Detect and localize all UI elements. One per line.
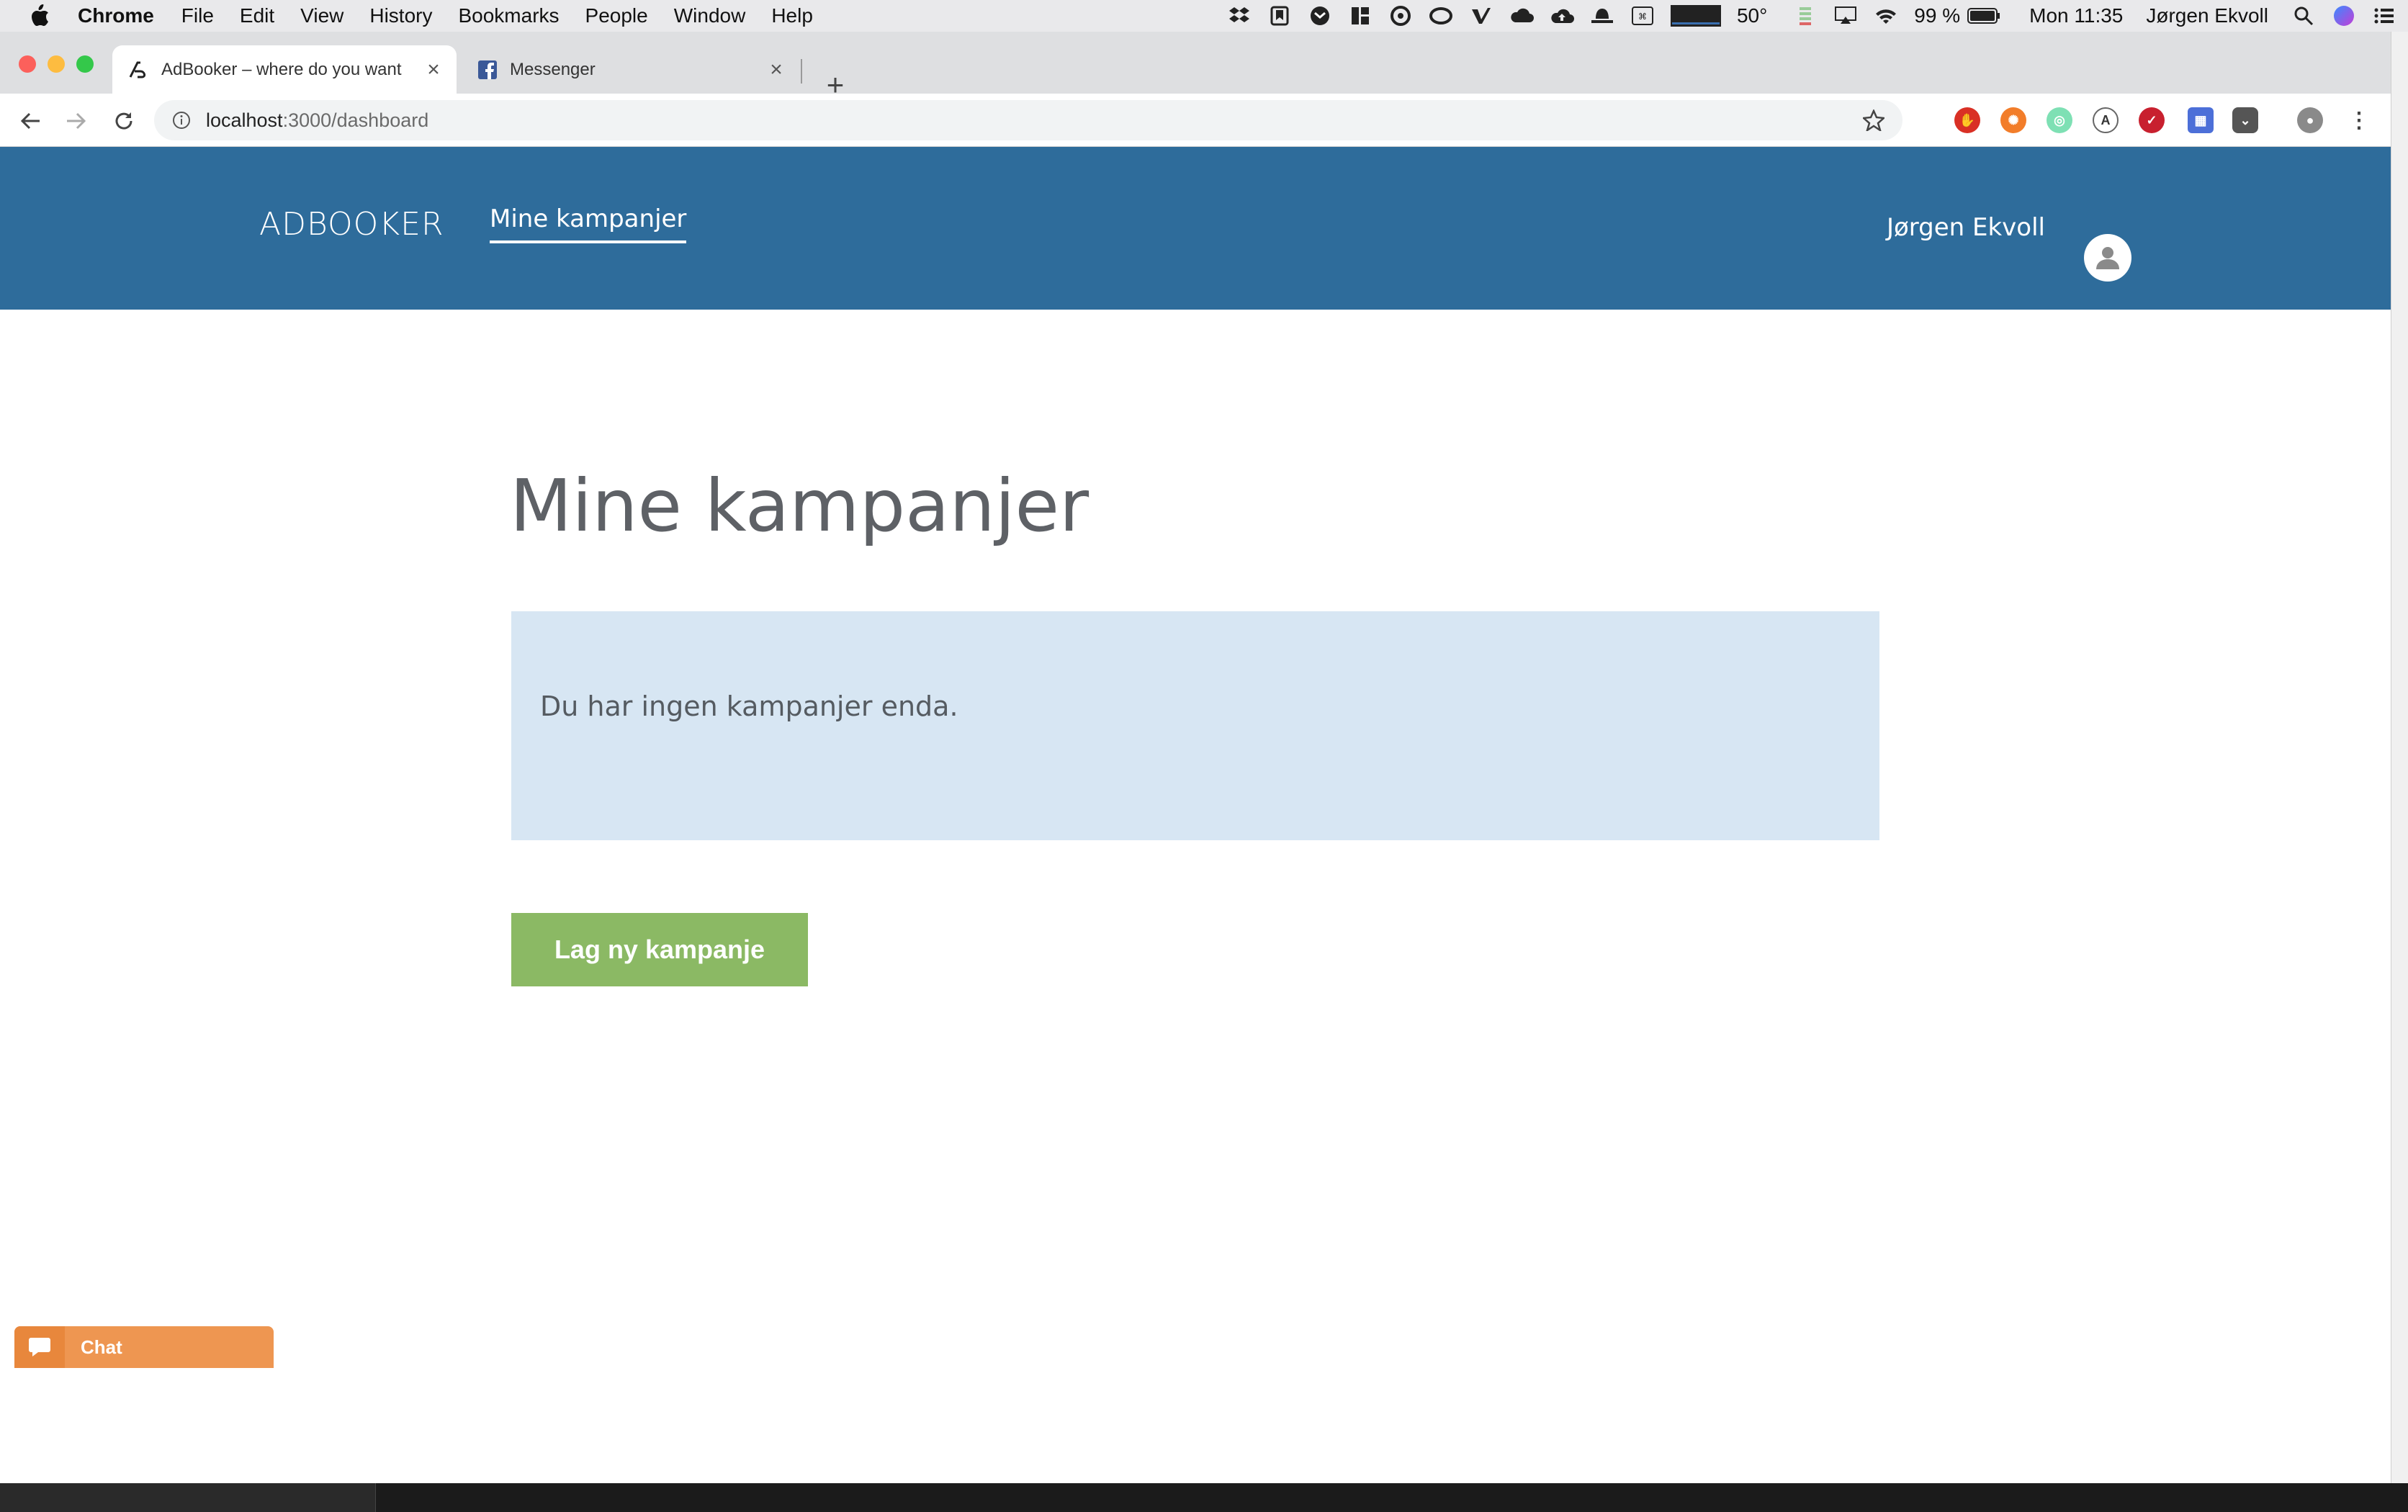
spotlight-search-icon[interactable] bbox=[2291, 5, 2316, 27]
site-logo[interactable]: ADBOOKER bbox=[259, 206, 444, 243]
browser-window: AdBooker – where do you want × Messenger… bbox=[0, 32, 2391, 1483]
browser-toolbar: localhost:3000/dashboard ✋ ✺ ◎ A ✓ ▦ ⌄ ●… bbox=[0, 94, 2391, 147]
zoom-window-button[interactable] bbox=[76, 55, 94, 73]
siri-icon[interactable] bbox=[2332, 5, 2356, 27]
site-info-icon[interactable] bbox=[170, 109, 193, 132]
desktop-window-segment bbox=[0, 1483, 376, 1512]
calendar-extension-icon[interactable]: ▦ bbox=[2188, 107, 2214, 133]
bookmark-app-icon[interactable] bbox=[1267, 5, 1292, 27]
user-icon bbox=[2096, 247, 2119, 269]
creative-cloud-icon[interactable] bbox=[1429, 5, 1453, 27]
page-title: Mine kampanjer bbox=[510, 464, 1090, 548]
macos-menu-bar: Chrome File Edit View History Bookmarks … bbox=[0, 0, 2408, 32]
aperture-icon[interactable] bbox=[1388, 5, 1413, 27]
minimize-window-button[interactable] bbox=[48, 55, 65, 73]
menu-view[interactable]: View bbox=[300, 4, 343, 27]
adbooker-favicon bbox=[128, 59, 150, 81]
battery-percentage: 99 % bbox=[1914, 4, 1961, 27]
green-extension-icon[interactable]: ◎ bbox=[2047, 107, 2072, 133]
site-header: ADBOOKER Mine kampanjer Jørgen Ekvoll bbox=[0, 147, 2391, 310]
menu-edit[interactable]: Edit bbox=[240, 4, 274, 27]
cloud-upload-icon[interactable] bbox=[1550, 5, 1574, 27]
menu-bar-status-area: ⌘ 50° 99 % Mon 11:35 Jørgen Ekvoll bbox=[1227, 0, 2408, 32]
menu-bar-user[interactable]: Jørgen Ekvoll bbox=[2146, 4, 2268, 27]
mail-app-icon[interactable] bbox=[1308, 5, 1332, 27]
menu-file[interactable]: File bbox=[181, 4, 214, 27]
forward-button[interactable] bbox=[62, 107, 91, 135]
menu-bookmarks[interactable]: Bookmarks bbox=[458, 4, 559, 27]
bookmark-star-icon[interactable] bbox=[1862, 109, 1885, 132]
bowler-hat-icon[interactable] bbox=[1590, 5, 1614, 27]
close-window-button[interactable] bbox=[19, 55, 36, 73]
tab-title: Messenger bbox=[510, 59, 596, 79]
empty-state-message: Du har ingen kampanjer enda. bbox=[540, 690, 958, 722]
memory-meter-icon bbox=[1793, 5, 1818, 27]
grid-app-icon[interactable] bbox=[1348, 5, 1373, 27]
web-page: ADBOOKER Mine kampanjer Jørgen Ekvoll Mi… bbox=[0, 147, 2391, 1483]
url-host: localhost bbox=[206, 109, 283, 131]
menu-people[interactable]: People bbox=[585, 4, 648, 27]
window-edge bbox=[2391, 32, 2408, 1483]
airplay-icon[interactable] bbox=[1833, 5, 1858, 27]
keyboard-shortcut-icon[interactable]: ⌘ bbox=[1630, 5, 1655, 27]
empty-state-notice: Du har ingen kampanjer enda. bbox=[511, 611, 1879, 840]
menu-window[interactable]: Window bbox=[674, 4, 746, 27]
orange-extension-icon[interactable]: ✺ bbox=[2000, 107, 2026, 133]
profile-avatar[interactable]: ● bbox=[2297, 107, 2323, 133]
cpu-monitor-icon bbox=[1670, 5, 1721, 27]
nav-link-mine-kampanjer[interactable]: Mine kampanjer bbox=[490, 204, 687, 243]
battery-icon[interactable] bbox=[1967, 5, 2000, 27]
back-button[interactable] bbox=[16, 107, 45, 135]
menu-bar-clock[interactable]: Mon 11:35 bbox=[2029, 4, 2123, 27]
chat-bubble-icon bbox=[14, 1326, 65, 1368]
tab-close-icon[interactable]: × bbox=[423, 58, 444, 81]
create-campaign-button[interactable]: Lag ny kampanje bbox=[511, 913, 808, 986]
chat-label: Chat bbox=[81, 1336, 122, 1358]
svg-text:⌘: ⌘ bbox=[1638, 12, 1647, 22]
red-extension-icon[interactable]: ✓ bbox=[2139, 107, 2165, 133]
facebook-favicon bbox=[477, 59, 498, 81]
reload-button[interactable] bbox=[109, 107, 138, 135]
menu-app-name[interactable]: Chrome bbox=[78, 4, 154, 27]
a-extension-icon[interactable]: A bbox=[2093, 107, 2119, 133]
vectorworks-icon[interactable] bbox=[1469, 5, 1493, 27]
desktop-bottom-strip bbox=[0, 1483, 2408, 1512]
adblock-extension-icon[interactable]: ✋ bbox=[1954, 107, 1980, 133]
tab-separator bbox=[801, 59, 802, 84]
pocket-extension-icon[interactable]: ⌄ bbox=[2232, 107, 2258, 133]
menu-help[interactable]: Help bbox=[771, 4, 813, 27]
temperature-reading: 50° bbox=[1736, 4, 1768, 27]
menu-history[interactable]: History bbox=[369, 4, 432, 27]
notification-center-icon[interactable] bbox=[2372, 5, 2396, 27]
tab-strip: AdBooker – where do you want × Messenger… bbox=[0, 32, 2391, 102]
tab-adbooker[interactable]: AdBooker – where do you want × bbox=[112, 45, 457, 94]
wifi-icon[interactable] bbox=[1874, 5, 1898, 27]
user-name[interactable]: Jørgen Ekvoll bbox=[1887, 213, 2045, 242]
chat-widget[interactable]: Chat bbox=[14, 1326, 274, 1368]
address-bar[interactable]: localhost:3000/dashboard bbox=[154, 100, 1902, 140]
tab-close-icon[interactable]: × bbox=[766, 58, 786, 81]
chrome-menu-icon[interactable]: ⋮ bbox=[2346, 107, 2372, 133]
url-path: :3000/dashboard bbox=[282, 109, 429, 131]
cloud-icon[interactable] bbox=[1509, 5, 1534, 27]
user-avatar[interactable] bbox=[2084, 234, 2131, 282]
dropbox-icon[interactable] bbox=[1227, 5, 1252, 27]
tab-messenger[interactable]: Messenger × bbox=[461, 45, 799, 94]
tab-title: AdBooker – where do you want bbox=[161, 59, 402, 79]
apple-menu-icon[interactable] bbox=[27, 4, 52, 28]
